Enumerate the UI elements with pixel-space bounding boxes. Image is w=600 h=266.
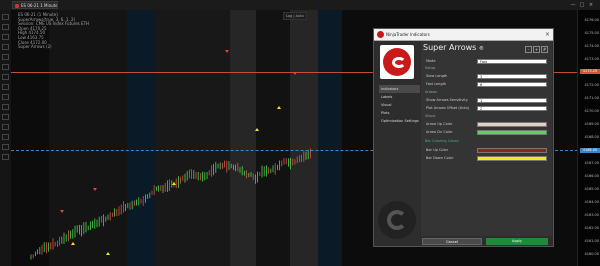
setting-sensitivity: Show Arrows Sensitivity 1 [424,97,549,103]
zoom-tool-icon[interactable] [2,104,9,110]
section-visual: Visual [425,114,436,118]
grid-icon[interactable]: # [541,46,548,53]
indicator-dialog: NinjaTrader Indicators × Indicators Labe… [373,28,554,247]
price-tick: 4165.00 [584,187,599,191]
arrow-down-icon [60,210,64,213]
chart-tab-label: ES 06-21 1 Minute [21,3,58,8]
fast-length-input[interactable]: 6 [477,81,547,87]
setting-mode: Mode Fast [424,58,549,64]
magnet-tool-icon[interactable] [2,144,9,150]
mode-select[interactable]: Fast [477,58,547,64]
setting-arrow-dn-color: Arrow Dn Color [424,129,549,135]
price-tick: 4175.00 [584,31,599,35]
setting-slow-length: Slow Length 3 [424,73,549,79]
price-tick: 4166.00 [584,174,599,178]
setting-bar-down-color: Bar Down Color [424,155,549,161]
scale-toggle[interactable]: Log | Auto [283,12,307,20]
price-label-red: 4173.25 [580,69,600,74]
price-tick: 4168.00 [584,135,599,139]
nav-item-visual[interactable]: Visual [379,101,420,109]
nav-item-labels[interactable]: Labels [379,93,420,101]
setting-fast-length: Fast Length 6 [424,81,549,87]
settings-panel: Super Arrows ® - + # Mode Fast Setup Slow … [421,41,552,236]
chart-legend: ES 06-21 (1 Minute) SuperArrows(true, 3,… [18,12,89,50]
dialog-close-button[interactable]: × [544,31,551,38]
plus-icon[interactable]: + [533,46,540,53]
section-setup: Setup [425,66,436,70]
arrow-up-color-swatch[interactable] [477,121,547,127]
watermark-logo-icon [378,201,416,239]
cursor-tool-icon[interactable] [2,14,9,20]
price-tick: 4167.00 [584,161,599,165]
apply-button[interactable]: Apply [486,238,548,245]
cancel-button[interactable]: Cancel [422,238,482,245]
arrow-down-icon [93,188,97,191]
setting-offset: Plot Arrows Offset (ticks) 2 [424,105,549,111]
price-tick: 4172.00 [584,83,599,87]
price-tick: 4173.00 [584,57,599,61]
minimize-button[interactable]: — [570,2,576,8]
price-tick: 4162.00 [584,226,599,230]
price-tick: 4174.00 [584,44,599,48]
section-arrows: Arrows [425,90,437,94]
pencil-tool-icon[interactable] [2,114,9,120]
price-tick: 4163.00 [584,213,599,217]
eraser-tool-icon[interactable] [2,124,9,130]
ray-tool-icon[interactable] [2,44,9,50]
rectangle-tool-icon[interactable] [2,74,9,80]
price-tick: 4170.00 [584,109,599,113]
ninjatrader-logo [380,45,414,79]
arrow-up-icon [277,106,281,109]
arrow-tool-icon[interactable] [2,84,9,90]
arrow-up-icon [172,182,176,185]
price-tick: 4176.00 [584,18,599,22]
chart-icon [15,4,19,8]
close-button[interactable]: × [588,2,594,8]
minus-icon[interactable]: - [525,46,532,53]
price-tick: 4169.00 [584,122,599,126]
price-tick: 4171.00 [584,96,599,100]
dialog-header[interactable]: NinjaTrader Indicators × [374,29,553,41]
nav-item-indicators[interactable]: Indicators [379,85,420,93]
panel-actions: - + # [524,46,548,53]
slow-length-input[interactable]: 3 [477,73,547,79]
setting-arrow-up-color: Arrow Up Color [424,121,549,127]
fib-tool-icon[interactable] [2,54,9,60]
price-tick: 4161.00 [584,239,599,243]
indicator-title: Super Arrows ® [423,43,484,52]
legend-line: Super Arrows (2) [18,44,52,50]
setting-bar-up-color: Bar Up Color [424,147,549,153]
bar-down-color-swatch[interactable] [477,155,547,161]
arrow-dn-color-swatch[interactable] [477,129,547,135]
line-tool-icon[interactable] [2,34,9,40]
ruler-tool-icon[interactable] [2,94,9,100]
dialog-header-title: NinjaTrader Indicators [386,32,430,37]
nav-item-optimization[interactable]: Optimization Settings [379,117,420,125]
trash-tool-icon[interactable] [2,154,9,160]
arrow-up-icon [255,128,259,131]
nav-item-plots[interactable]: Plots [379,109,420,117]
arrow-up-icon [71,242,75,245]
arrow-down-icon [225,50,229,53]
lock-tool-icon[interactable] [2,134,9,140]
sensitivity-input[interactable]: 1 [477,97,547,103]
price-label-blue: 4168.00 [580,148,600,153]
crosshair-tool-icon[interactable] [2,24,9,30]
chart-tab[interactable]: ES 06-21 1 Minute [12,1,58,9]
text-tool-icon[interactable] [2,64,9,70]
price-axis[interactable]: 4176.00 4175.00 4174.00 4173.00 4172.00 … [577,10,600,266]
section-bar-coloring: Bar Coloring Colors [425,139,459,143]
maximize-button[interactable]: □ [579,2,585,8]
ninjatrader-logo-icon [377,31,384,38]
price-tick: 4160.00 [584,252,599,256]
bar-up-color-swatch[interactable] [477,147,547,153]
dialog-nav: Indicators Labels Visual Plots Optimizat… [379,85,420,125]
offset-input[interactable]: 2 [477,105,547,111]
arrow-up-icon [106,252,110,255]
price-tick: 4164.00 [584,200,599,204]
